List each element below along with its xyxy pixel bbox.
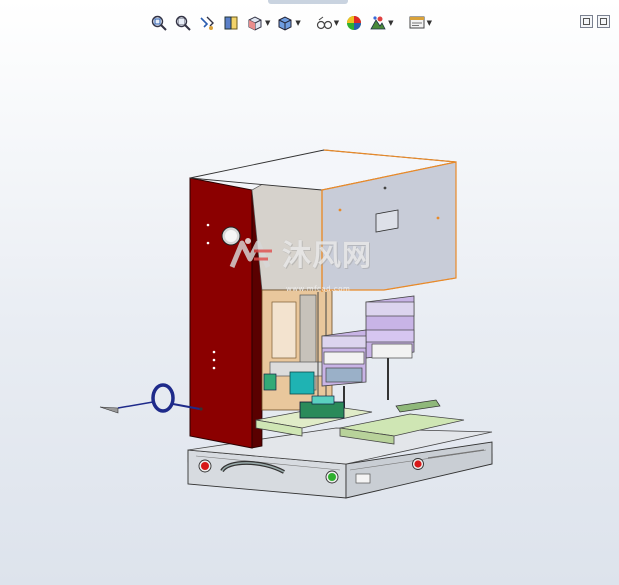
red-stop-button bbox=[198, 459, 212, 473]
zoom-to-area-button[interactable] bbox=[172, 12, 194, 34]
green-start-button bbox=[325, 470, 339, 484]
chevron-down-icon: ▼ bbox=[333, 18, 340, 27]
zoom-to-fit-button[interactable] bbox=[148, 12, 170, 34]
tile-view-icon[interactable] bbox=[580, 15, 593, 28]
section-view-button[interactable] bbox=[220, 12, 242, 34]
watermark: 沐风网 bbox=[228, 232, 372, 274]
view-orientation-icon bbox=[248, 16, 262, 31]
display-style-icon bbox=[278, 16, 292, 31]
chevron-down-icon: ▼ bbox=[388, 18, 394, 27]
tab-strip bbox=[268, 0, 348, 4]
edit-appearance-button[interactable] bbox=[343, 12, 365, 34]
chevron-down-icon: ▼ bbox=[426, 18, 432, 27]
view-settings-button[interactable]: ▼ bbox=[406, 12, 434, 34]
power-cable bbox=[99, 383, 203, 414]
chevron-down-icon: ▼ bbox=[265, 18, 271, 27]
display-style-button[interactable]: ▼ bbox=[274, 12, 302, 34]
watermark-url: www.mfcad.com bbox=[286, 285, 351, 293]
zoom-to-fit-icon bbox=[151, 15, 167, 31]
view-settings-icon bbox=[409, 16, 425, 29]
hide-show-items-icon bbox=[316, 16, 332, 30]
hide-show-items-button[interactable]: ▼ bbox=[313, 12, 341, 34]
view-orientation-button[interactable]: ▼ bbox=[244, 12, 272, 34]
label-plate bbox=[355, 473, 371, 484]
previous-view-icon bbox=[200, 16, 214, 30]
pneumatic-cylinder-right bbox=[365, 295, 415, 400]
section-view-icon bbox=[224, 16, 238, 30]
previous-view-button[interactable] bbox=[196, 12, 218, 34]
restore-view-icon[interactable] bbox=[597, 15, 610, 28]
apply-scene-button[interactable]: ▼ bbox=[367, 12, 395, 34]
zoom-to-area-icon bbox=[175, 15, 191, 31]
chevron-down-icon: ▼ bbox=[295, 18, 301, 27]
watermark-text: 沐风网 bbox=[282, 238, 373, 272]
apply-scene-icon bbox=[370, 16, 386, 30]
watermark-logo-icon bbox=[229, 238, 272, 268]
edit-appearance-icon bbox=[347, 16, 362, 30]
graphics-area[interactable] bbox=[0, 40, 619, 585]
red-indicator-button bbox=[412, 458, 424, 470]
assembly-model[interactable] bbox=[0, 40, 619, 585]
internal-mechanism bbox=[261, 289, 333, 411]
window-controls bbox=[580, 15, 610, 28]
heads-up-view-toolbar: ▼ ▼ ▼ ▼ ▼ bbox=[148, 12, 434, 34]
